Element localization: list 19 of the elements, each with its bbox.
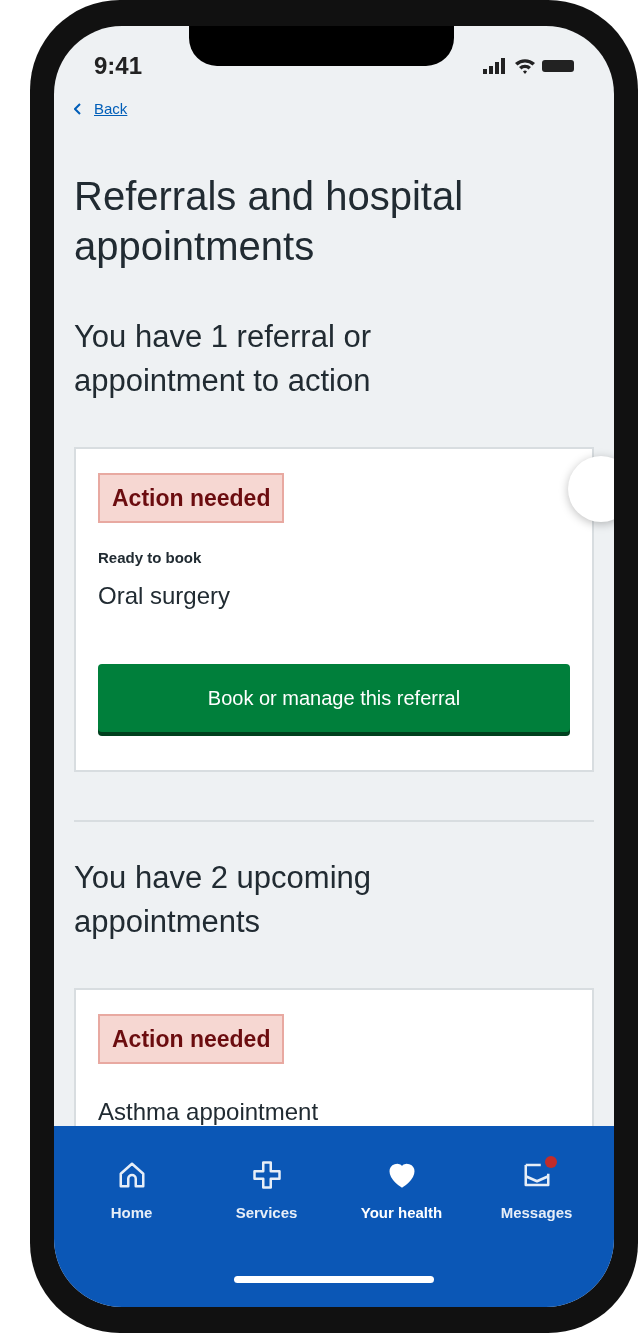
- wifi-icon: [514, 57, 536, 75]
- section-heading: You have 2 upcoming appointments: [74, 858, 373, 941]
- back-link[interactable]: Back: [74, 98, 594, 121]
- nav-tab[interactable]: Messages: [476, 1159, 597, 1224]
- plus-icon: [251, 1159, 282, 1190]
- card-title: Asthma appointment: [98, 1097, 320, 1126]
- nav-tab[interactable]: Your health: [341, 1159, 462, 1224]
- chevron-left-icon: [74, 103, 82, 116]
- status-time: 9:41: [94, 51, 143, 81]
- page-title: Referrals and hospital appointments: [74, 172, 465, 270]
- battery-icon: [542, 60, 574, 72]
- status-tag: Action needed: [98, 1013, 285, 1064]
- card-status: Ready to book: [98, 548, 203, 568]
- nav-tab[interactable]: Services: [206, 1159, 327, 1224]
- status-tag: Action needed: [98, 472, 285, 523]
- card-title: Oral surgery: [98, 580, 232, 611]
- nav-tab[interactable]: Home: [71, 1159, 192, 1224]
- section-heading: You have 1 referral or appointment to action: [74, 317, 372, 400]
- signal-icon: [482, 57, 508, 75]
